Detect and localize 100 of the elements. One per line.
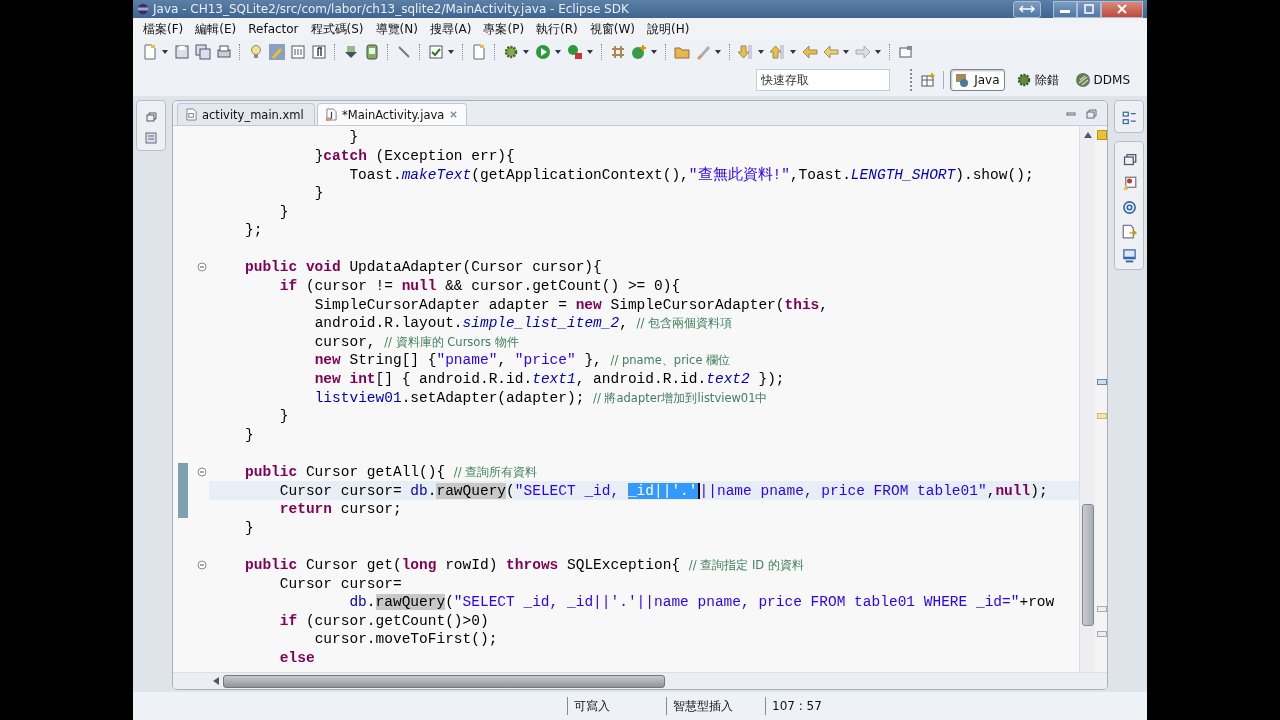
annotation-marker[interactable] <box>1097 631 1107 637</box>
static-member: LENGTH_SHORT <box>850 167 956 183</box>
field-name: db <box>349 594 367 611</box>
keyword: return <box>279 501 333 518</box>
declaration-icon[interactable] <box>1121 224 1137 239</box>
back-edit-icon[interactable] <box>801 43 819 61</box>
checkbox-icon[interactable] <box>427 43 445 61</box>
maximize-icon[interactable] <box>1085 108 1097 120</box>
warning-marker[interactable] <box>1097 130 1107 140</box>
keyword: new <box>575 296 602 313</box>
caret-icon[interactable] <box>758 50 764 54</box>
print-icon[interactable] <box>215 43 233 61</box>
at-sign-icon[interactable] <box>1121 200 1137 215</box>
caret-icon[interactable] <box>715 50 721 54</box>
static-member: makeText <box>401 167 472 183</box>
open-perspective-icon[interactable] <box>919 71 938 89</box>
menu-item[interactable]: 專案(P) <box>477 20 531 38</box>
field-name: listview01 <box>314 389 402 406</box>
class-file-icon[interactable] <box>470 43 488 61</box>
code-text: cursor, <box>314 333 377 350</box>
gear-icon[interactable] <box>502 43 520 61</box>
menu-item[interactable]: Refactor <box>242 22 305 36</box>
caret-icon[interactable] <box>651 50 657 54</box>
horizontal-scrollbar[interactable] <box>173 672 1107 689</box>
window-icon[interactable] <box>897 43 915 61</box>
maximize-button[interactable] <box>1077 0 1101 18</box>
editor-tab[interactable]: activity_main.xml <box>177 103 315 125</box>
keyword: if <box>279 278 298 295</box>
close-icon <box>1116 4 1128 14</box>
menu-item[interactable]: 編輯(E) <box>189 20 243 38</box>
menu-item[interactable]: 程式碼(S) <box>304 20 370 38</box>
code-text: String[] { <box>349 352 437 369</box>
scroll-thumb[interactable] <box>1082 504 1094 626</box>
caret-icon[interactable] <box>162 50 168 54</box>
double-arrow-icon <box>1019 4 1035 14</box>
collapse-icon[interactable] <box>197 559 207 570</box>
save-icon[interactable] <box>173 43 191 61</box>
resize-button[interactable] <box>1013 0 1041 18</box>
restore-icon[interactable] <box>1121 152 1137 167</box>
save-all-icon[interactable] <box>194 43 212 61</box>
code-comment: // 資料庫的 Cursors 物件 <box>384 334 519 349</box>
package-explorer-icon[interactable] <box>145 132 157 144</box>
code-comment: // 包含兩個資料項 <box>636 316 732 331</box>
annotation-marker[interactable] <box>1097 379 1107 385</box>
close-button[interactable] <box>1101 0 1143 18</box>
quick-access-field[interactable]: 快速存取 <box>756 69 891 91</box>
run-tool-icon[interactable] <box>566 43 584 61</box>
field-name: db <box>410 482 428 499</box>
panel-icon[interactable] <box>289 43 307 61</box>
keyword: null <box>995 482 1031 499</box>
scroll-thumb[interactable] <box>223 674 665 688</box>
close-tab-icon[interactable] <box>449 110 459 119</box>
scroll-left-icon[interactable] <box>213 677 219 685</box>
scroll-up-icon[interactable] <box>1083 132 1092 138</box>
highlighted-occurrence: rawQuery <box>375 594 446 611</box>
cursor-position: 107 : 57 <box>771 699 823 713</box>
run-icon[interactable] <box>534 43 552 61</box>
editor-tab[interactable]: *MainActivity.java <box>317 103 468 125</box>
menu-item[interactable]: 檔案(F) <box>137 20 190 38</box>
caret-icon[interactable] <box>843 50 849 54</box>
code-text: SimpleCursorAdapter( <box>610 296 785 313</box>
device-icon[interactable] <box>363 43 381 61</box>
code-text: } <box>279 408 289 425</box>
caret-icon[interactable] <box>523 50 529 54</box>
xml-file-icon <box>186 108 197 121</box>
console-icon[interactable] <box>1121 248 1137 263</box>
annotation-marker[interactable] <box>1097 606 1107 612</box>
menu-item[interactable]: 視窗(W) <box>583 20 641 38</box>
caret-icon[interactable] <box>790 50 796 54</box>
restore-icon[interactable] <box>145 111 157 123</box>
menu-item[interactable]: 導覽(N) <box>369 20 424 38</box>
code-text: Toast. <box>349 167 402 183</box>
code-text: Cursor cursor= <box>279 575 402 592</box>
outline-icon[interactable] <box>1121 111 1137 126</box>
annotation-marker[interactable] <box>1097 413 1107 419</box>
problems-icon[interactable] <box>1121 176 1137 191</box>
perspective-button[interactable]: Java <box>950 69 1005 91</box>
vertical-scrollbar[interactable] <box>1079 126 1095 672</box>
minimize-button[interactable] <box>1053 0 1077 18</box>
menu-item[interactable]: 搜尋(A) <box>423 20 478 38</box>
code-text: } <box>314 185 324 202</box>
highlight-icon[interactable] <box>268 43 286 61</box>
perspective-button[interactable]: 除錯 <box>1010 69 1064 91</box>
keyword: this <box>784 296 820 313</box>
bug-icon <box>1015 72 1032 88</box>
code-text: ).show(); <box>955 167 1034 183</box>
caret-icon[interactable] <box>555 50 561 54</box>
static-member: text2 <box>706 371 750 387</box>
menu-item[interactable]: 說明(H) <box>641 20 696 38</box>
keyword: public void <box>245 259 341 276</box>
caret-icon[interactable] <box>448 50 454 54</box>
collapse-icon[interactable] <box>197 466 207 477</box>
menu-item[interactable]: 執行(R) <box>530 20 584 38</box>
caret-icon[interactable] <box>875 50 881 54</box>
collapse-icon[interactable] <box>197 262 207 273</box>
perspective-button[interactable]: DDMS <box>1069 69 1135 91</box>
paragraph-icon[interactable] <box>310 43 328 61</box>
caret-icon[interactable] <box>587 50 593 54</box>
code-text: && cursor.getCount() >= 0){ <box>445 278 681 295</box>
string-literal: "price" <box>514 352 576 369</box>
